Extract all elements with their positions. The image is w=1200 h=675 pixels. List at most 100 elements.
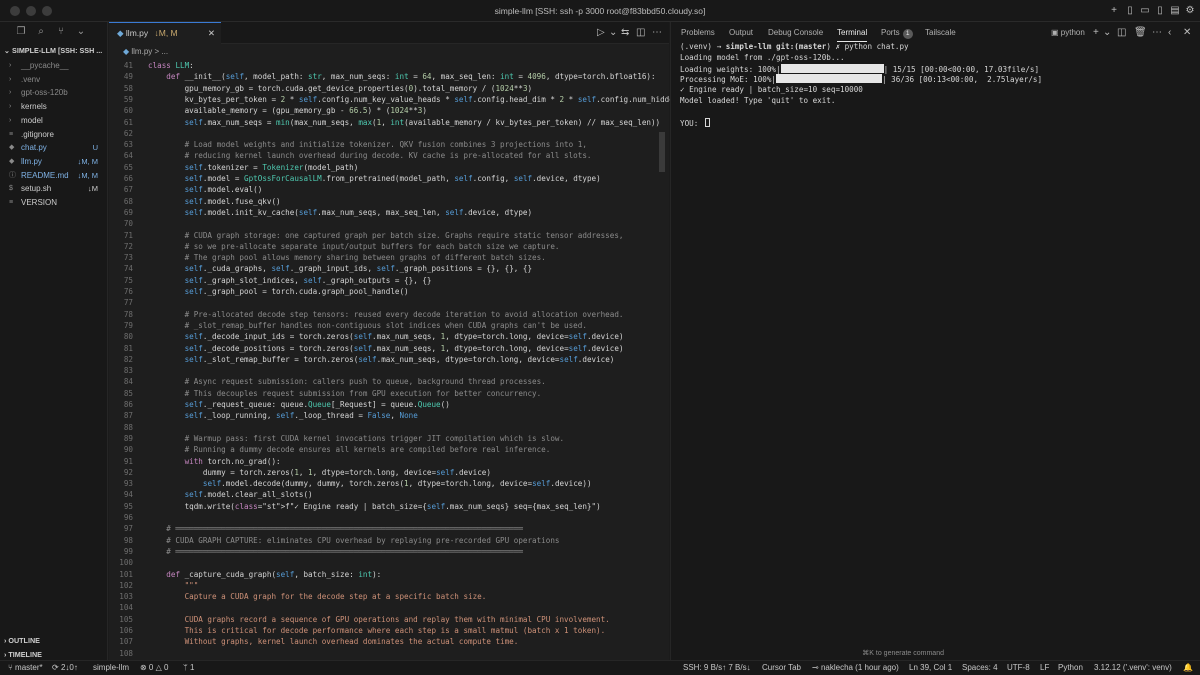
toggle-panel-icon[interactable]: ▭ [1139,5,1151,17]
line-number: 66 [123,174,133,183]
file-tree-item[interactable]: ≡ VERSION [0,196,108,209]
line-number: 86 [123,400,133,409]
close-icon[interactable]: ✕ [208,23,215,43]
project-name[interactable]: simple-llm [93,663,129,672]
file-tree-item[interactable]: › kernels [0,100,108,113]
split-editor-icon[interactable]: ◫ [636,27,645,38]
chevron-left-icon[interactable]: ‹ [1168,27,1171,38]
breadcrumb-more[interactable]: > ... [152,47,168,56]
file-tree-item[interactable]: ◆ llm.py ↓M, M [0,155,108,168]
line-number: 76 [123,287,133,296]
line-number: 88 [123,422,133,432]
file-name: model [21,115,43,125]
code-text: Capture a CUDA graph for the decode step… [148,592,487,602]
toggle-secondary-sidebar-icon[interactable]: ▯ [1154,5,1166,17]
chevron-down-icon[interactable]: ⌄ [1103,27,1111,38]
chevron-down-icon[interactable]: ⌄ [74,26,88,37]
line-number: 83 [123,366,133,376]
chevron-down-icon[interactable]: ⌄ [609,27,617,38]
search-icon[interactable]: ⌕ [34,26,48,37]
branch-icon: ⑂ [8,663,16,672]
python-file-icon: ◆ [117,28,124,38]
code-text: # Running a dummy decode ensures all ker… [148,445,551,455]
status-bar: ⑂ master* ⟳ 2↓0↑ simple-llm ⊗ 0 △ 0 ᛘ 1 … [0,660,1200,675]
file-tree-item[interactable]: › model [0,114,108,127]
file-name: __pycache__ [21,61,69,70]
ssh-status[interactable]: SSH: 9 B/s↑ 7 B/s↓ [683,663,751,672]
tab-debug-console[interactable]: Debug Console [768,28,823,37]
file-tree-item[interactable]: ◆ chat.py U [0,141,108,154]
file-tree-item[interactable]: ≡ .gitignore [0,128,108,141]
language-mode[interactable]: Python [1058,663,1083,672]
tab-ports[interactable]: Ports 1 [881,28,913,39]
indentation[interactable]: Spaces: 4 [962,663,998,672]
terminal-input-line[interactable]: YOU: [680,117,1195,129]
file-tree-item[interactable]: › __pycache__ [0,59,108,72]
layout-icon[interactable]: ▤ [1169,5,1181,17]
cursor-tab-status[interactable]: Cursor Tab [762,663,801,672]
trash-icon[interactable]: 🗑 [1134,27,1147,38]
code-line: 67 self.model.eval() [109,184,669,195]
explorer-root[interactable]: ⌄ SIMPLE-LLM [SSH: SSH ... [4,46,102,55]
line-number: 104 [119,603,133,613]
panel-tabs: Problems Output Debug Console Terminal P… [671,22,1200,44]
problems-status[interactable]: ⊗ 0 △ 0 [140,663,168,672]
editor-scrollbar-thumb[interactable] [659,132,665,172]
file-tree-item[interactable]: $ setup.sh ↓M [0,182,108,195]
cursor-position[interactable]: Ln 39, Col 1 [909,663,952,672]
tab-terminal[interactable]: Terminal [837,28,868,42]
line-ending[interactable]: LF [1040,663,1049,672]
sync-status[interactable]: ⟳ 2↓0↑ [52,663,78,672]
timeline-section[interactable]: › TIMELINE [4,650,42,659]
input-prompt: YOU: [680,118,703,128]
code-text: self._cuda_graphs, self._graph_input_ids… [184,264,533,274]
open-changes-icon[interactable]: ⇆ [621,27,629,38]
code-line: 59 kv_bytes_per_token = 2 * self.config.… [109,94,674,105]
code-text: CUDA graphs record a sequence of GPU ope… [148,614,610,624]
git-blame[interactable]: ⊸ naklecha (1 hour ago) [812,663,899,672]
python-interpreter[interactable]: 3.12.12 ('.venv': venv) [1094,663,1172,672]
tab-output[interactable]: Output [729,28,753,37]
more-actions-icon[interactable]: ⋯ [652,27,662,38]
gear-icon[interactable]: ⚙ [1184,5,1196,17]
split-terminal-icon[interactable]: ◫ [1117,27,1126,38]
toggle-sidebar-icon[interactable]: ▯ [1124,5,1136,17]
encoding[interactable]: UTF-8 [1007,663,1030,672]
prompt-command: ) ✗ python chat.py [826,42,909,51]
tab-problems[interactable]: Problems [681,28,715,37]
code-text: # CUDA graph storage: one captured graph… [148,230,624,240]
code-text: # The graph pool allows memory sharing b… [148,253,546,263]
bell-icon[interactable]: 🔔 [1183,663,1193,672]
run-icon[interactable]: ▷ [597,27,605,38]
terminal-shell-selector[interactable]: ▣ python [1051,28,1085,37]
file-tree-item[interactable]: › gpt-oss-120b [0,86,108,99]
file-tree-item[interactable]: › .venv [0,73,108,86]
terminal-output[interactable]: (.venv) → simple-llm git:(master) ✗ pyth… [680,42,1195,128]
file-name: kernels [21,102,47,112]
sync-icon: ⟳ [52,663,61,672]
shell-name: python [1060,28,1085,37]
code-editor[interactable]: 41 class LLM: 49 def __init__(self, model_… [109,60,674,660]
line-number: 84 [123,377,133,387]
line-number: 92 [123,467,133,477]
code-text: self._decode_positions = torch.zeros(sel… [184,343,624,353]
source-control-icon[interactable]: ⑂ [54,26,68,37]
git-branch[interactable]: ⑂ master* [8,663,43,672]
plus-icon[interactable]: + [1108,5,1120,17]
code-text: self.model.decode(dummy, dummy, torch.ze… [202,479,592,489]
tab-tailscale[interactable]: Tailscale [925,28,956,37]
terminal-icon: ▣ [1051,28,1061,37]
file-tree-item[interactable]: ⓘ README.md ↓M, M [0,169,108,182]
progress-bar [776,74,883,84]
outline-section[interactable]: › OUTLINE [4,636,40,645]
more-actions-icon[interactable]: ⋯ [1152,27,1162,38]
code-text: # ══════════════════════════════════════… [148,524,523,534]
line-number: 82 [123,354,133,364]
breadcrumb-file[interactable]: llm.py [131,47,152,56]
ports-status[interactable]: ᛘ 1 [183,663,194,672]
files-icon[interactable]: ❐ [14,26,28,37]
editor-tab-llm-py[interactable]: ◆ llm.py ↓M, M ✕ [109,22,221,44]
close-icon[interactable]: ✕ [1183,27,1191,38]
tab-terminal-label: Terminal [837,28,868,37]
new-terminal-icon[interactable]: + [1093,27,1099,38]
